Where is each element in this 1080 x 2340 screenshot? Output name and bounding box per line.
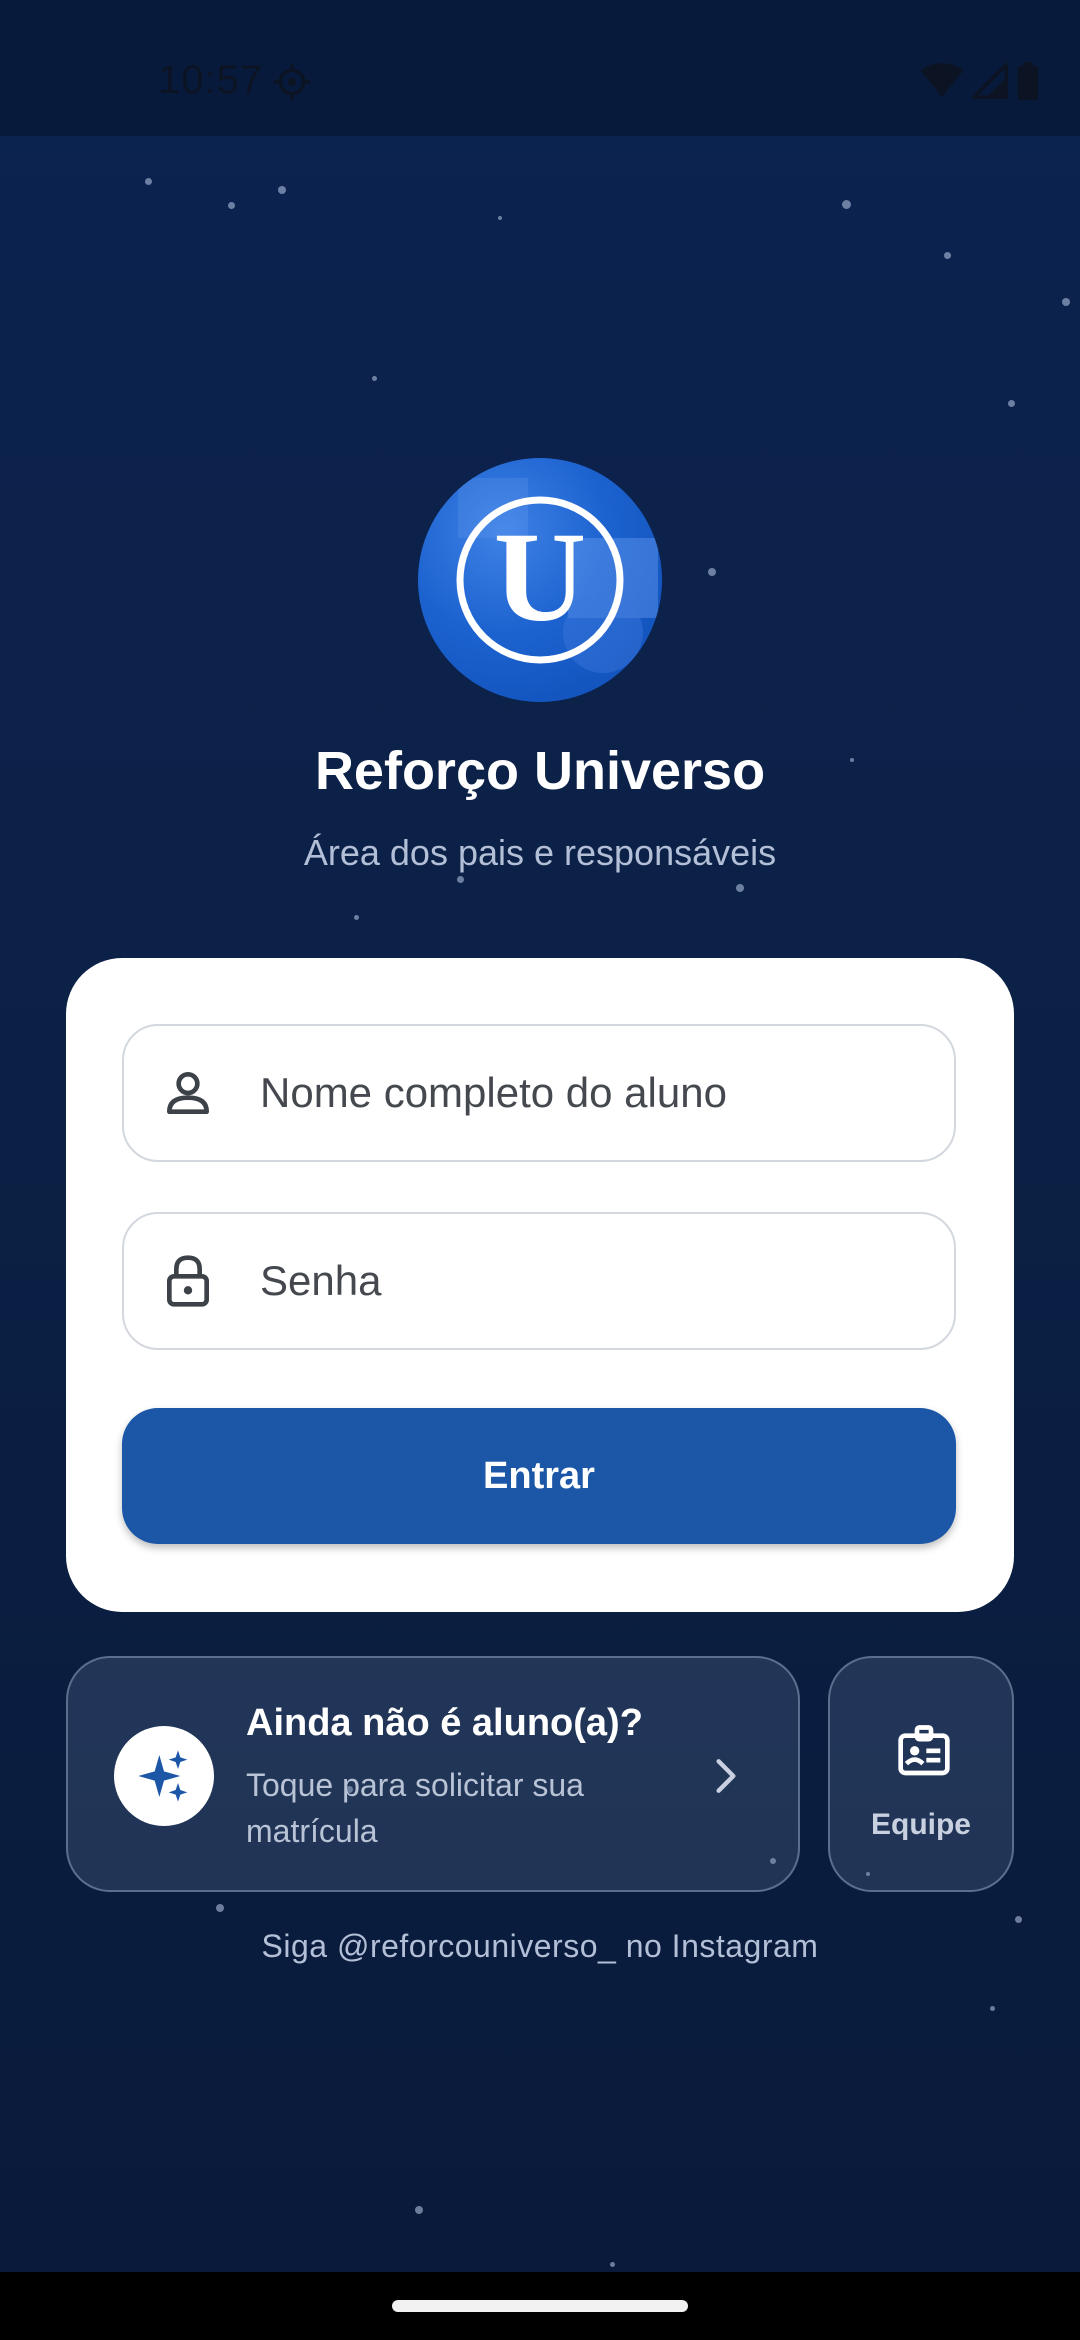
student-name-input[interactable] (258, 1068, 902, 1118)
status-icons (920, 62, 1040, 100)
app-logo: U (418, 458, 662, 702)
enroll-icon-badge (114, 1726, 214, 1826)
team-button[interactable]: Equipe (828, 1656, 1014, 1892)
app-title: Reforço Universo (314, 741, 766, 801)
password-input[interactable] (258, 1256, 902, 1306)
instagram-link[interactable]: Siga @reforcouniverso_ no Instagram (0, 1928, 1080, 1965)
wifi-icon (920, 63, 964, 98)
gear-icon (273, 63, 311, 101)
home-gesture-handle[interactable] (392, 2300, 688, 2312)
status-bar: 10:57 (0, 0, 1080, 136)
login-screen: 10:57 U Reforço Universo Área dos pais e… (0, 0, 1080, 2340)
sparkles-icon (138, 1750, 188, 1802)
status-time: 10:57 (158, 58, 264, 102)
login-button[interactable]: Entrar (122, 1408, 956, 1544)
app-subtitle: Área dos pais e responsáveis (303, 832, 777, 873)
enroll-description: Toque para solicitar sua matrícula (246, 1767, 584, 1849)
enrollment-request-card[interactable]: Ainda não é aluno(a)? Toque para solicit… (66, 1656, 800, 1892)
battery-icon (1017, 62, 1039, 100)
person-icon (167, 1072, 210, 1114)
logo-letter: U (493, 506, 587, 648)
student-name-field[interactable] (122, 1024, 956, 1162)
navigation-bar (0, 2272, 1080, 2340)
signal-icon (972, 63, 1008, 99)
enroll-title: Ainda não é aluno(a)? (246, 1702, 643, 1744)
lock-icon (167, 1255, 209, 1307)
login-card: Entrar (66, 958, 1014, 1612)
password-field[interactable] (122, 1212, 956, 1350)
team-label: Equipe (870, 1808, 971, 1841)
badge-icon (898, 1725, 950, 1776)
chevron-right-icon (716, 1759, 736, 1793)
